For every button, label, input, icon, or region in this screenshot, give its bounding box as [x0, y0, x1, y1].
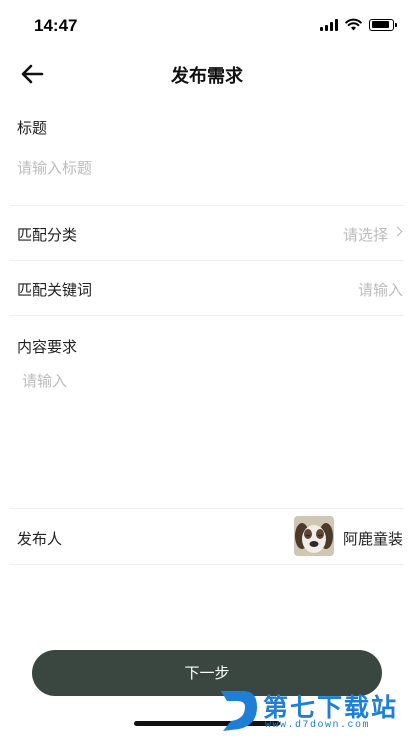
page-title: 发布需求 [171, 66, 243, 87]
watermark: 第七下载站 www.d7down.com [217, 686, 411, 734]
divider [10, 564, 404, 565]
title-input[interactable] [17, 150, 397, 186]
watermark-title: 第七下载站 [263, 693, 399, 722]
status-time: 14:47 [34, 16, 78, 35]
keyword-input-placeholder[interactable]: 请输入 [358, 279, 403, 300]
publisher-label: 发布人 [17, 530, 63, 548]
status-bar: 14:47 [0, 0, 414, 50]
signal-icon [320, 18, 338, 31]
category-label: 匹配分类 [17, 226, 78, 244]
dog-avatar-image [294, 516, 334, 556]
divider [10, 315, 404, 316]
battery-icon [369, 18, 397, 31]
category-row[interactable]: 匹配分类 请选择 [0, 206, 414, 260]
publisher-name: 阿鹿童装 [342, 530, 403, 548]
status-icons [320, 18, 397, 31]
divider [10, 508, 404, 509]
keyword-label: 匹配关键词 [17, 281, 93, 299]
avatar[interactable] [294, 516, 334, 556]
keyword-row[interactable]: 匹配关键词 请输入 [0, 261, 414, 315]
chevron-right-icon [392, 226, 403, 237]
title-label: 标题 [17, 119, 48, 137]
content-textarea[interactable] [22, 370, 397, 490]
content-label: 内容要求 [17, 338, 78, 356]
category-select-placeholder[interactable]: 请选择 [343, 224, 388, 245]
watermark-logo-icon [221, 691, 257, 731]
watermark-url: www.d7down.com [265, 720, 371, 731]
wifi-icon [345, 18, 362, 31]
nav-bar: 发布需求 [0, 50, 414, 98]
